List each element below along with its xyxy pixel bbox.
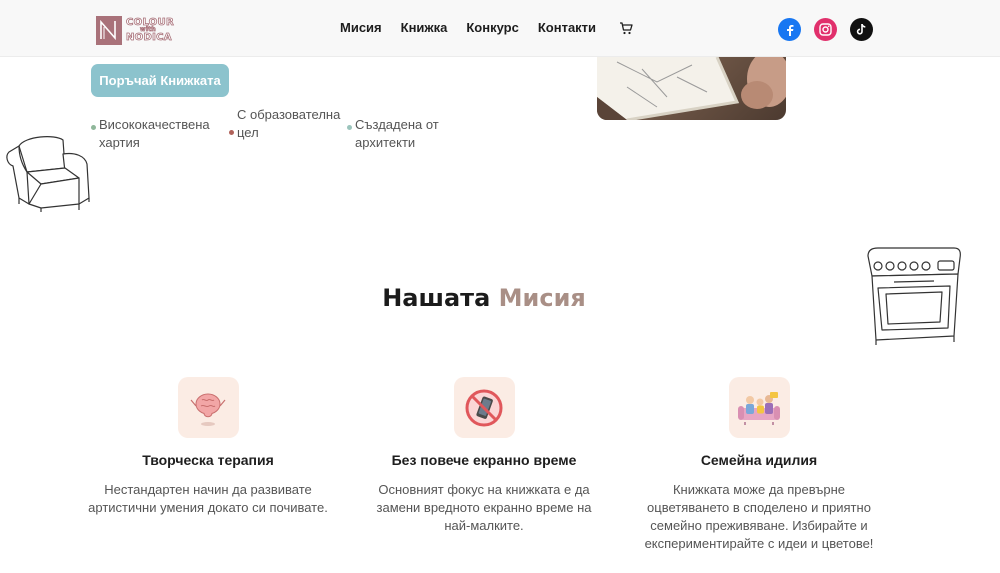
logo-line-3: NODICA xyxy=(126,32,172,43)
main-nav: Мисия Книжка Конкурс Контакти xyxy=(340,20,633,35)
nav-contest[interactable]: Конкурс xyxy=(466,20,518,35)
feature-label: Създадена от архитекти xyxy=(355,117,439,150)
mission-card-therapy: Творческа терапия Нестандартен начин да … xyxy=(88,377,328,517)
card-text: Книжката може да превърне оцветяването в… xyxy=(644,482,874,551)
nav-contacts[interactable]: Контакти xyxy=(538,20,596,35)
feature-label: Висококачествена хартия xyxy=(99,117,210,150)
nav-book[interactable]: Книжка xyxy=(401,20,448,35)
hero-photo xyxy=(597,57,786,120)
card-text: Основният фокус на книжката е да замени … xyxy=(376,482,592,533)
site-header: COLOUR with NODICA Мисия Книжка Конкурс … xyxy=(0,0,1000,57)
facebook-icon[interactable] xyxy=(778,18,801,41)
feature-label: С образователна цел xyxy=(237,107,341,140)
logo-mark-icon xyxy=(96,15,122,45)
logo-text: COLOUR with NODICA xyxy=(126,17,174,43)
card-text: Нестандартен начин да развивате артистич… xyxy=(88,482,328,515)
card-title: Творческа терапия xyxy=(142,452,274,468)
order-book-button[interactable]: Поръчай Книжката xyxy=(91,64,229,97)
nav-mission[interactable]: Мисия xyxy=(340,20,382,35)
armchair-illustration xyxy=(5,132,95,219)
feature-architects: Създадена от архитекти xyxy=(347,116,465,152)
card-title: Без повече екранно време xyxy=(391,452,577,468)
feature-paper: Висококачествена хартия xyxy=(91,116,224,152)
cart-icon[interactable] xyxy=(619,21,633,35)
instagram-icon[interactable] xyxy=(814,18,837,41)
feature-dot xyxy=(347,125,352,130)
family-icon xyxy=(728,377,790,438)
card-title: Семейна идилия xyxy=(700,452,818,468)
no-phone-icon xyxy=(453,377,515,438)
feature-dot xyxy=(91,125,96,130)
mission-title-accent: Мисия xyxy=(498,284,586,312)
brain-icon xyxy=(177,377,239,438)
tiktok-icon[interactable] xyxy=(850,18,873,41)
feature-educational: С образователна цел xyxy=(229,106,347,142)
mission-card-family: Семейна идилия Книжката може да превърне… xyxy=(639,377,879,553)
logo[interactable]: COLOUR with NODICA xyxy=(96,14,182,46)
mission-card-screen-time: Без повече екранно време Основният фокус… xyxy=(364,377,604,535)
feature-dot xyxy=(229,130,234,135)
mission-title-main: Нашата xyxy=(382,284,491,312)
mission-title: Нашата Мисия xyxy=(0,284,968,312)
